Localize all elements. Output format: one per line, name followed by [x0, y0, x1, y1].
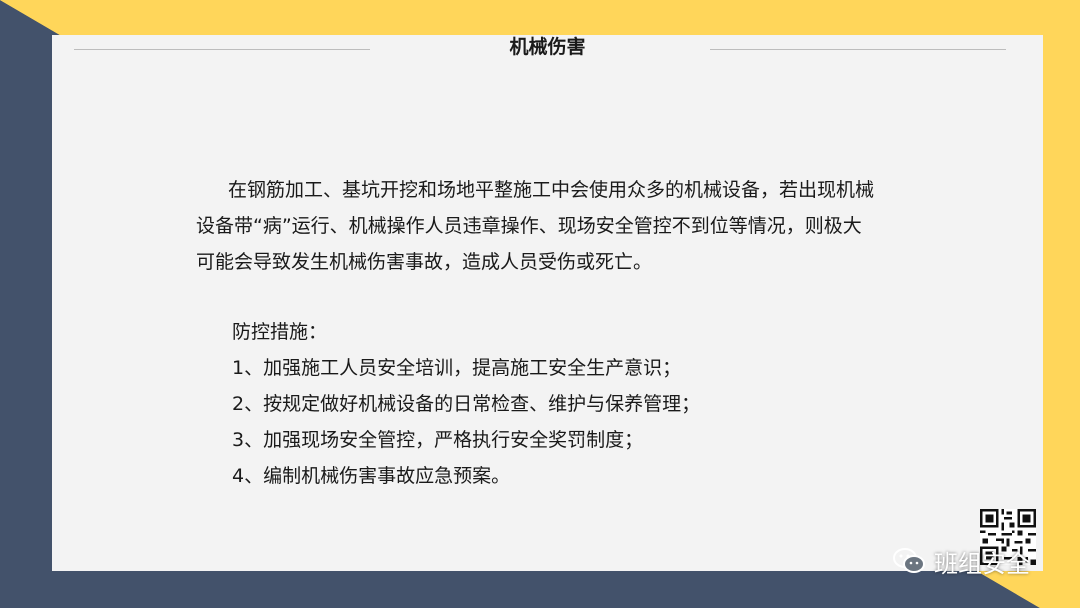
- measure-item: 1、加强施工人员安全培训，提高施工安全生产意识；: [232, 357, 682, 379]
- measure-item: 3、加强现场安全管控，严格执行安全奖罚制度；: [232, 429, 644, 451]
- watermark-text: 班组安全: [934, 549, 1030, 578]
- measures-list: 防控措施： 1、加强施工人员安全培训，提高施工安全生产意识； 2、按规定做好机械…: [232, 314, 872, 494]
- slide-card: 机械伤害 在钢筋加工、基坑开挖和场地平整施工中会使用众多的机械设备，若出现机械设…: [52, 35, 1043, 571]
- wechat-icon: [893, 548, 925, 573]
- measures-heading: 防控措施：: [232, 321, 328, 343]
- intro-paragraph: 在钢筋加工、基坑开挖和场地平整施工中会使用众多的机械设备，若出现机械设备带“病”…: [196, 179, 875, 273]
- measure-item: 4、编制机械伤害事故应急预案。: [232, 465, 511, 487]
- slide-title: 机械伤害: [509, 36, 586, 58]
- watermark: 班组安全: [892, 543, 1030, 579]
- measure-item: 2、按规定做好机械设备的日常检查、维护与保养管理；: [232, 393, 701, 415]
